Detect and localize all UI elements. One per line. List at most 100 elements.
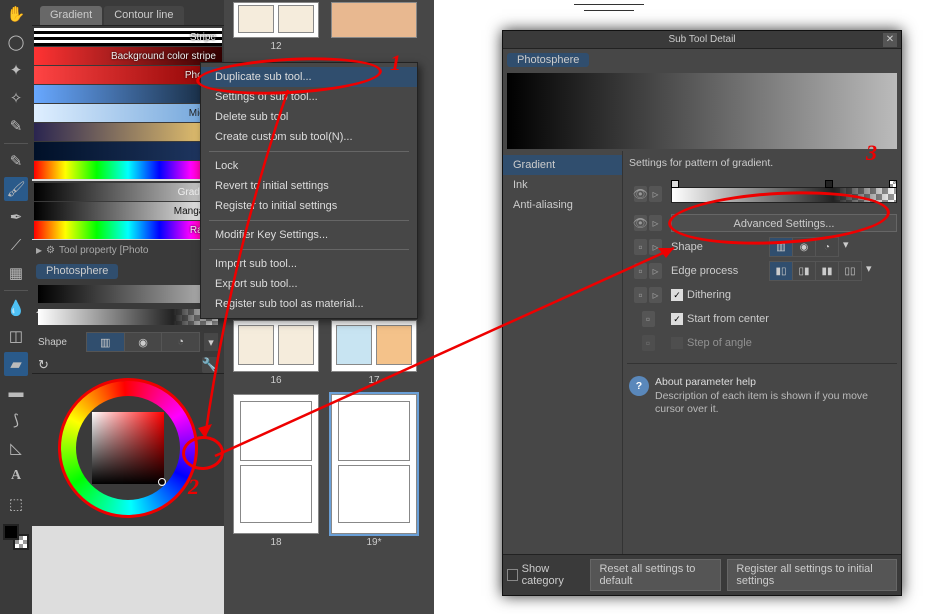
shape-linear[interactable]: ▥ [770, 238, 792, 256]
item-handle[interactable]: ▫ [642, 335, 655, 351]
grad-row-gradient[interactable]: Gradient [34, 183, 222, 201]
tool-property-gradient-bar[interactable] [38, 309, 218, 325]
edge-opt-4[interactable]: ▯▯ [839, 262, 861, 280]
shape-radial[interactable]: ◉ [793, 238, 815, 256]
grad-row-manga[interactable]: Manga gr [34, 202, 222, 220]
color-swatch-pair[interactable] [3, 524, 29, 550]
start-center-checkbox[interactable]: ✓ [671, 313, 683, 325]
stdet-titlebar[interactable]: Sub Tool Detail ✕ [503, 31, 901, 49]
expand-handle-icon[interactable]: ▹ [649, 186, 662, 202]
ctx-custom[interactable]: Create custom sub tool(N)... [201, 127, 417, 147]
airbrush-tool-icon[interactable]: ✒ [4, 205, 28, 229]
wand-tool-icon[interactable]: ✦ [4, 58, 28, 82]
thumb-page[interactable] [328, 2, 420, 52]
gradient-stop[interactable] [889, 180, 897, 188]
edge-opt-3[interactable]: ▮▮ [816, 262, 838, 280]
hand-tool-icon[interactable]: ✋ [4, 2, 28, 26]
shape-tool-icon[interactable]: ⬚ [4, 492, 28, 516]
gradient-tool-icon[interactable]: ▰ [4, 352, 28, 376]
item-handle[interactable]: ▫ [634, 287, 647, 303]
item-handle[interactable]: ▫ [642, 311, 655, 327]
ctx-import[interactable]: Import sub tool... [201, 254, 417, 274]
grad-row-rainbow[interactable]: Ra [34, 161, 222, 179]
ctx-revert[interactable]: Revert to initial settings [201, 176, 417, 196]
curve-tool-icon[interactable]: ⟆ [4, 408, 28, 432]
thumb-page[interactable]: 16 [230, 320, 322, 386]
thumb-caption: 17 [368, 375, 379, 386]
sidebar-item-gradient[interactable]: Gradient [503, 155, 622, 175]
reset-settings-button[interactable]: Reset all settings to default [590, 559, 721, 591]
thumb-page[interactable]: 18 [230, 394, 322, 548]
shape-more-icon[interactable]: ▾ [843, 238, 859, 256]
stdet-main: Settings for pattern of gradient. 👁 ▹ 👁 [623, 151, 901, 554]
blend-tool-icon[interactable]: 💧 [4, 296, 28, 320]
item-handle[interactable]: ▫ [634, 239, 647, 255]
ctx-duplicate[interactable]: Duplicate sub tool... [201, 67, 417, 87]
ctx-settings[interactable]: Settings of sub tool... [201, 87, 417, 107]
grad-row-photosphere[interactable]: Photos [34, 66, 222, 84]
advanced-settings-button[interactable]: Advanced Settings... [671, 214, 897, 232]
step-angle-checkbox[interactable] [671, 337, 683, 349]
thumb-page[interactable]: 12 [230, 2, 322, 52]
eye-toggle-icon[interactable]: 👁 [634, 215, 647, 231]
grad-row-sunset[interactable]: Su [34, 123, 222, 141]
gradient-stop[interactable] [671, 180, 679, 188]
tp-wrench-button[interactable]: 🔧 [202, 357, 218, 373]
edge-opt-2[interactable]: ▯▮ [793, 262, 815, 280]
tp-shape-ellipse[interactable]: ◔ [162, 333, 199, 351]
dithering-label: Dithering [687, 289, 731, 301]
brush-tool-icon[interactable]: 🖌 [4, 177, 28, 201]
tp-shape-radial[interactable]: ◉ [125, 333, 162, 351]
tp-shape-more[interactable]: ▾ [204, 333, 218, 351]
ctx-modifier[interactable]: Modifier Key Settings... [201, 225, 417, 245]
grad-row-rainbow2[interactable]: Rainb [34, 221, 222, 239]
tp-shape-linear[interactable]: ▥ [87, 333, 124, 351]
ctx-lock[interactable]: Lock [201, 156, 417, 176]
dithering-checkbox[interactable]: ✓ [671, 289, 683, 301]
grad-row-midday[interactable]: Midda [34, 104, 222, 122]
edge-label: Edge process [671, 265, 765, 277]
close-icon[interactable]: ✕ [883, 33, 897, 47]
color-wheel[interactable] [58, 378, 198, 518]
sparkle-tool-icon[interactable]: ✧ [4, 86, 28, 110]
thumb-page[interactable]: 17 [328, 320, 420, 386]
brush-angle-icon[interactable]: ✎ [4, 149, 28, 173]
tab-contour[interactable]: Contour line [104, 6, 183, 25]
shape-ellipse[interactable]: ◔ [816, 238, 838, 256]
tp-reload-icon[interactable]: ↻ [38, 357, 49, 373]
edge-more-icon[interactable]: ▾ [866, 262, 882, 280]
eraser-tool-icon[interactable]: ◫ [4, 324, 28, 348]
sidebar-item-aa[interactable]: Anti-aliasing [503, 195, 622, 215]
gear-icon[interactable]: ⚙ [46, 245, 55, 256]
ctx-register-init[interactable]: Register to initial settings [201, 196, 417, 216]
gradient-editor[interactable] [671, 181, 897, 207]
paint-tool-icon[interactable]: ▦ [4, 261, 28, 285]
pen-tool-icon[interactable]: ✎ [4, 114, 28, 138]
show-category-checkbox[interactable] [507, 569, 518, 581]
edge-opt-1[interactable]: ▮▯ [770, 262, 792, 280]
ruler-tool-icon[interactable]: ◺ [4, 436, 28, 460]
text-tool-icon[interactable]: A [4, 464, 28, 488]
expand-handle-icon[interactable]: ▹ [649, 263, 662, 279]
line-tool-icon[interactable]: ⟋ [4, 233, 28, 257]
grad-row-bg-stripe[interactable]: Background color stripe [34, 47, 222, 65]
grad-row-stripe[interactable]: Stripe [34, 28, 222, 46]
ctx-register-material[interactable]: Register sub tool as material... [201, 294, 417, 314]
gradient-stop[interactable] [825, 180, 833, 188]
grad-row-night[interactable]: Nig [34, 142, 222, 160]
tab-gradient[interactable]: Gradient [40, 6, 102, 25]
register-settings-button[interactable]: Register all settings to initial setting… [727, 559, 897, 591]
ctx-delete[interactable]: Delete sub tool [201, 107, 417, 127]
ctx-export[interactable]: Export sub tool... [201, 274, 417, 294]
eye-toggle-icon[interactable]: 👁 [634, 186, 647, 202]
sidebar-item-ink[interactable]: Ink [503, 175, 622, 195]
grad-row-label: Stripe [190, 32, 222, 43]
lasso-tool-icon[interactable]: ◯ [4, 30, 28, 54]
grad-row-blue[interactable]: Bl [34, 85, 222, 103]
expand-handle-icon[interactable]: ▹ [649, 239, 662, 255]
expand-handle-icon[interactable]: ▹ [649, 287, 662, 303]
expand-handle-icon[interactable]: ▹ [649, 215, 662, 231]
fill-tool-icon[interactable]: ▬ [4, 380, 28, 404]
thumb-page[interactable]: 19* [328, 394, 420, 548]
item-handle[interactable]: ▫ [634, 263, 647, 279]
